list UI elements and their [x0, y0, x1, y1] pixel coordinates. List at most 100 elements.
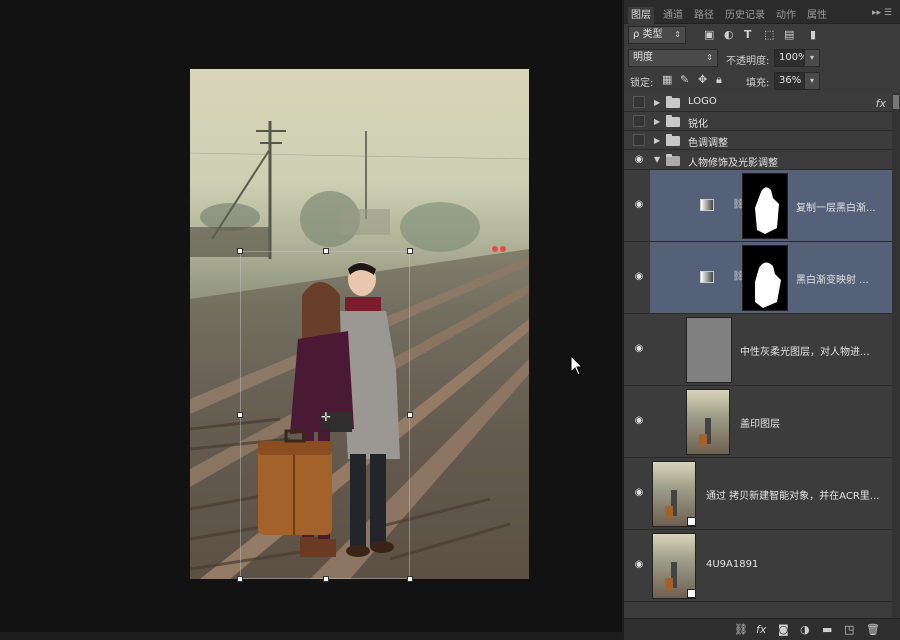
layer-filter-dropdown[interactable]: ρ 类型 ⇕: [628, 26, 686, 44]
link-icon[interactable]: ⛓︎: [734, 623, 748, 636]
filter-smart-object-icon[interactable]: ▤: [784, 28, 794, 41]
gradient-map-icon: [700, 199, 714, 211]
layer-row-logo[interactable]: ▶ LOGO fx: [624, 93, 900, 112]
tab-layers[interactable]: 图层: [628, 7, 654, 24]
layers-list: ▶ LOGO fx ▶ 锐化 ▶ 色调调整 ◉ ▼ 人物修饰及光影调整 ⛓︎ 复…: [624, 93, 900, 620]
lock-pixels-brush-icon[interactable]: ✎: [680, 73, 689, 86]
fx-icon[interactable]: fx: [876, 97, 886, 110]
layer-row-bw-copy[interactable]: ⛓︎ 复制一层黑白渐...: [650, 170, 900, 242]
visibility-toggle[interactable]: [633, 134, 645, 146]
filter-adjustment-icon[interactable]: ◐: [724, 28, 734, 41]
fill-label: 填充:: [746, 78, 770, 89]
lock-position-move-icon[interactable]: ✥: [698, 73, 707, 86]
tab-actions[interactable]: 动作: [776, 7, 796, 24]
layer-filter-row: ρ 类型 ⇕ ▣ ◐ T ⬚ ▤ ▮: [624, 24, 900, 48]
layer-row-sharpen[interactable]: ▶ 锐化: [624, 112, 900, 131]
transform-handle-left[interactable]: [237, 412, 243, 418]
blend-row: 明度 ⇕ 不透明度: 100% ▾: [624, 46, 900, 70]
collapse-triangle-icon[interactable]: ▼: [654, 155, 660, 164]
visibility-toggle[interactable]: [633, 115, 645, 127]
double-chevron-menu-icon[interactable]: ▸▸ ☰: [872, 8, 892, 18]
layer-name: 黑白渐变映射 ...: [796, 275, 869, 286]
fx-icon[interactable]: fx: [756, 623, 766, 636]
layer-eye-cell: ◉: [624, 242, 650, 314]
filter-label: ρ 类型: [633, 29, 663, 40]
eye-icon[interactable]: ◉: [633, 559, 645, 571]
layer-mask-thumbnail[interactable]: [742, 173, 788, 239]
mask-silhouette: [755, 187, 779, 234]
trash-icon[interactable]: 🗑︎: [866, 623, 880, 636]
mask-icon[interactable]: ◙: [778, 623, 789, 636]
tab-history[interactable]: 历史记录: [725, 7, 765, 24]
tab-channels[interactable]: 通道: [663, 7, 683, 24]
layer-name: 色调调整: [688, 138, 728, 149]
smart-object-badge-icon: [687, 589, 696, 598]
transform-center-icon[interactable]: ✛: [321, 410, 331, 424]
layer-mask-thumbnail[interactable]: [742, 245, 788, 311]
folder-icon: [666, 96, 680, 108]
layer-name: LOGO: [688, 96, 717, 107]
eye-icon[interactable]: ◉: [633, 487, 645, 499]
folder-icon: [666, 134, 680, 146]
filter-pixel-icon[interactable]: ▣: [704, 28, 714, 41]
layer-row-tone[interactable]: ▶ 色调调整: [624, 131, 900, 150]
tab-properties[interactable]: 属性: [807, 7, 827, 24]
expand-triangle-icon[interactable]: ▶: [654, 98, 660, 107]
transform-handle-right[interactable]: [407, 412, 413, 418]
layer-row-bw-gradient-map[interactable]: ⛓︎ 黑白渐变映射 ...: [650, 242, 900, 314]
transform-handle-bottom[interactable]: [323, 576, 329, 582]
smart-object-badge-icon: [687, 517, 696, 526]
layer-name: 通过 拷贝新建智能对象，并在ACR里...: [706, 491, 880, 502]
chevron-updown-icon: ⇕: [674, 30, 681, 39]
lock-label: 锁定:: [630, 78, 654, 89]
blend-mode-dropdown[interactable]: 明度 ⇕: [628, 49, 718, 67]
layer-row-smart-object-copy[interactable]: ◉ 通过 拷贝新建智能对象，并在ACR里...: [624, 458, 900, 530]
new-layer-icon[interactable]: ◳: [844, 623, 854, 636]
canvas-area[interactable]: ✛: [0, 0, 622, 640]
eye-icon[interactable]: ◉: [633, 415, 645, 427]
lock-row: 锁定: ▦ ✎ ✥ 🔒︎ 填充: 36% ▾: [624, 69, 900, 93]
expand-triangle-icon[interactable]: ▶: [654, 136, 660, 145]
layer-name: 复制一层黑白渐...: [796, 203, 876, 214]
lock-transparency-icon[interactable]: ▦: [662, 73, 672, 86]
filter-toggle-icon[interactable]: ▮: [810, 28, 816, 41]
transform-handle-bottom-right[interactable]: [407, 576, 413, 582]
chevron-updown-icon: ⇕: [706, 53, 713, 62]
layers-scrollbar-thumb[interactable]: [893, 95, 899, 109]
lock-all-icon[interactable]: 🔒︎: [716, 73, 722, 87]
visibility-toggle[interactable]: [633, 96, 645, 108]
layer-row-retouch-group[interactable]: ◉ ▼ 人物修饰及光影调整: [624, 150, 900, 170]
opacity-slider-chevron-icon[interactable]: ▾: [804, 49, 820, 67]
filter-type-icon[interactable]: T: [744, 28, 752, 41]
eye-icon[interactable]: ◉: [633, 154, 645, 166]
mask-silhouette: [755, 262, 781, 308]
tab-paths[interactable]: 路径: [694, 7, 714, 24]
transform-handle-top[interactable]: [323, 248, 329, 254]
eye-icon[interactable]: ◉: [633, 343, 645, 355]
transform-handle-bottom-left[interactable]: [237, 576, 243, 582]
expand-triangle-icon[interactable]: ▶: [654, 117, 660, 126]
folder-icon[interactable]: ▬: [822, 623, 832, 636]
layer-row-base-photo[interactable]: ◉ 4U9A1891: [624, 530, 900, 602]
adjustment-icon[interactable]: ◑: [800, 623, 810, 636]
canvas-status-strip: [0, 632, 622, 640]
layer-row-stamp[interactable]: ◉ 盖印图层: [624, 386, 900, 458]
layers-footer: ⛓︎ fx ◙ ◑ ▬ ◳ 🗑︎: [624, 618, 900, 640]
filter-shape-icon[interactable]: ⬚: [764, 28, 774, 41]
transform-handle-top-right[interactable]: [407, 248, 413, 254]
layer-row-neutral-gray[interactable]: ◉ 中性灰柔光图层，对人物进...: [624, 314, 900, 386]
eye-icon[interactable]: ◉: [633, 199, 645, 211]
eye-icon[interactable]: ◉: [633, 271, 645, 283]
fill-slider-chevron-icon[interactable]: ▾: [804, 72, 820, 90]
transform-handle-top-left[interactable]: [237, 248, 243, 254]
thumbnail-people: [699, 418, 711, 446]
open-folder-icon: [666, 154, 680, 166]
transform-bounding-box[interactable]: ✛: [237, 248, 413, 582]
layer-thumbnail[interactable]: [686, 317, 732, 383]
layers-scrollbar[interactable]: [892, 93, 900, 620]
opacity-label: 不透明度:: [726, 56, 770, 67]
layer-name: 4U9A1891: [706, 559, 759, 570]
folder-icon: [666, 115, 680, 127]
layer-name: 中性灰柔光图层，对人物进...: [740, 347, 870, 358]
layer-thumbnail[interactable]: [686, 389, 730, 455]
